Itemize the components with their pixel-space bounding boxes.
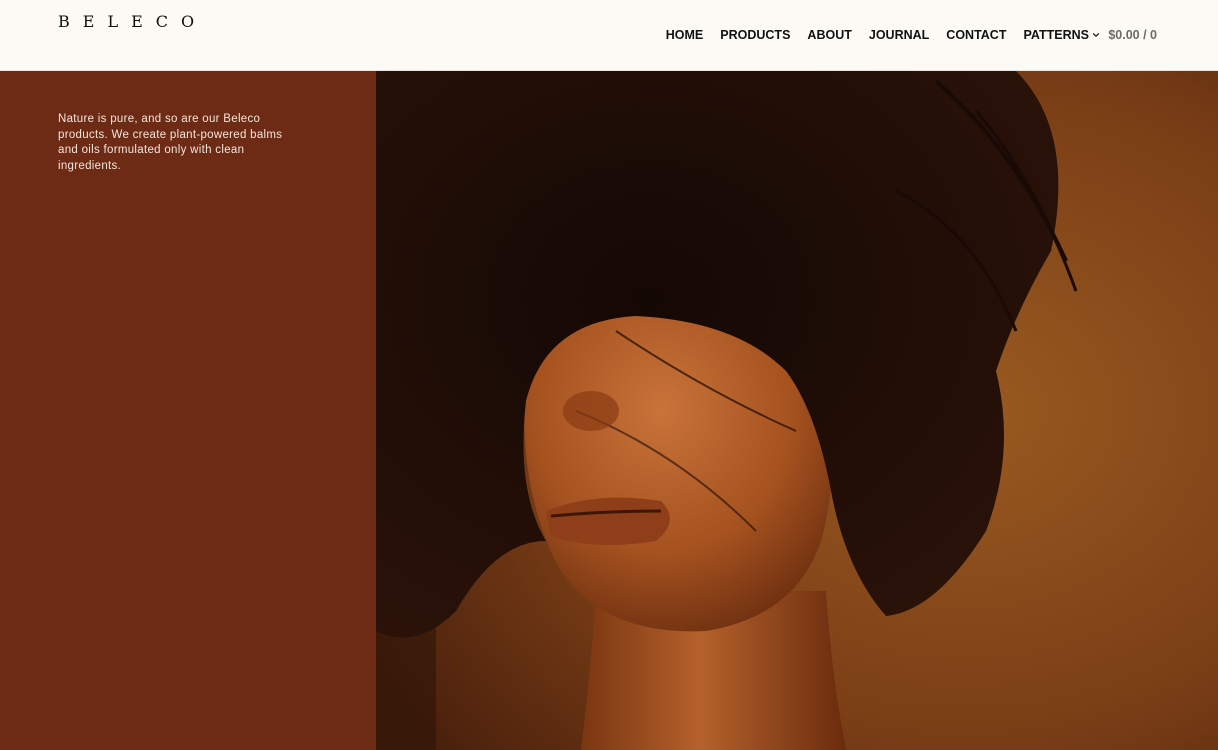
nav-item-journal[interactable]: JOURNAL	[869, 27, 929, 43]
main-nav: HOME PRODUCTS ABOUT JOURNAL CONTACT PATT…	[666, 27, 1100, 43]
nav-item-patterns-label: PATTERNS	[1023, 28, 1089, 42]
hero-image	[376, 71, 1218, 750]
nav-item-patterns[interactable]: PATTERNS	[1023, 27, 1100, 43]
site-header: BELECO HOME PRODUCTS ABOUT JOURNAL CONTA…	[0, 0, 1218, 71]
nav-item-contact[interactable]: CONTACT	[946, 27, 1006, 43]
intro-text: Nature is pure, and so are our Beleco pr…	[58, 113, 283, 172]
nav-item-about[interactable]: ABOUT	[807, 27, 851, 43]
intro-panel: Nature is pure, and so are our Beleco pr…	[0, 71, 376, 750]
cart-link[interactable]: $0.00 / 0	[1108, 27, 1157, 43]
hero-portrait-illustration	[376, 71, 1218, 750]
nav-item-home[interactable]: HOME	[666, 27, 704, 43]
chevron-down-icon	[1092, 33, 1100, 37]
site-logo[interactable]: BELECO	[58, 12, 207, 31]
nav-item-products[interactable]: PRODUCTS	[720, 27, 790, 43]
